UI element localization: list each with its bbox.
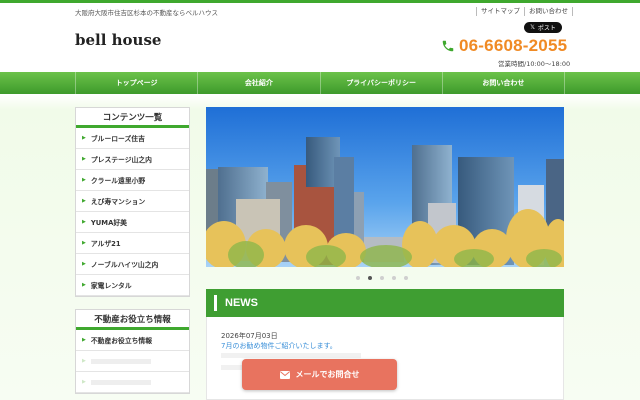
mail-contact-label: メールでお問合せ (295, 370, 360, 379)
chevron-right-icon: ▶ (82, 156, 86, 162)
chevron-right-icon: ▶ (82, 135, 86, 141)
chevron-right-icon: ▶ (82, 282, 86, 288)
sidebar-item-label: YUMA好美 (90, 219, 127, 227)
phone-icon (442, 40, 454, 52)
news-link[interactable]: 7月のお勧め物件ご紹介いたします。 (221, 341, 337, 351)
sidebar-item[interactable]: ▶ (76, 372, 189, 393)
sidebar-item-label: 不動産お役立ち情報 (90, 337, 153, 345)
chevron-right-icon: ▶ (82, 198, 86, 204)
news-title: NEWS (225, 297, 258, 309)
sidebar-item[interactable]: ▶ (76, 351, 189, 372)
x-logo-icon: 𝕏 (530, 24, 535, 31)
slider-dot[interactable] (404, 276, 408, 280)
chevron-right-icon: ▶ (82, 337, 86, 343)
sidebar-item-placeholder (90, 379, 151, 385)
slider-dot[interactable] (392, 276, 396, 280)
news-date: 2026年07月03日 (221, 332, 278, 340)
sidebar-item[interactable]: ▶ 家電レンタル (76, 275, 189, 296)
news-header: NEWS (206, 289, 564, 317)
phone-block[interactable]: 06-6608-2055 (441, 36, 567, 56)
chevron-right-icon: ▶ (82, 177, 86, 183)
slider-dots (356, 276, 408, 280)
slider-dot-active[interactable] (368, 276, 372, 280)
sidebar-item-label: えび寿マンション (90, 198, 146, 206)
site-tagline: 大阪府大阪市住吉区杉本の不動産ならベルハウス (75, 9, 218, 17)
sidebar-item-label: ブルーローズ住吉 (90, 135, 145, 143)
sidebar-item[interactable]: ▶ ブルーローズ住吉 (76, 128, 189, 149)
sidebar-item[interactable]: ▶ アルザ21 (76, 233, 189, 254)
phone-number: 06-6608-2055 (459, 36, 568, 55)
site-logo[interactable]: bell house (75, 31, 161, 49)
sidebar-item-label: ノーブルハイツ山之内 (90, 261, 159, 269)
x-share-button[interactable]: 𝕏 ポスト (524, 22, 562, 33)
sidebar-item[interactable]: ▶ プレステージ山之内 (76, 149, 189, 170)
mail-contact-button[interactable]: メールでお問合せ (242, 359, 397, 390)
city-skyline-image (206, 107, 564, 267)
sidebar-item-placeholder (90, 358, 151, 364)
chevron-right-icon: ▶ (82, 219, 86, 225)
news-placeholder-line (221, 353, 361, 358)
nav-privacy[interactable]: プライバシーポリシー (319, 72, 442, 94)
sidebar-contents: コンテンツ一覧 ▶ ブルーローズ住吉 ▶ プレステージ山之内 ▶ クラール遠里小野 ▶… (75, 107, 190, 297)
sidebar-item-label: プレステージ山之内 (90, 156, 152, 164)
top-accent-line (0, 0, 640, 3)
slider-dot[interactable] (380, 276, 384, 280)
nav-contact[interactable]: お問い合わせ (441, 72, 565, 94)
sidebar-item[interactable]: ▶ YUMA好美 (76, 212, 189, 233)
top-links: サイトマップ お問い合わせ (476, 7, 573, 16)
hero-slider-image[interactable] (206, 107, 564, 267)
nav-top[interactable]: トップページ (75, 72, 197, 94)
sidebar-item[interactable]: ▶ 不動産お役立ち情報 (76, 330, 189, 351)
nav-company[interactable]: 会社紹介 (197, 72, 319, 94)
sidebar-item-label: クラール遠里小野 (90, 177, 146, 185)
chevron-right-icon: ▶ (82, 379, 86, 385)
global-nav: トップページ 会社紹介 プライバシーポリシー お問い合わせ (0, 72, 640, 94)
chevron-right-icon: ▶ (82, 261, 86, 267)
chevron-right-icon: ▶ (82, 240, 86, 246)
sidebar-contents-title: コンテンツ一覧 (76, 108, 189, 128)
sidebar-item-label: アルザ21 (90, 240, 121, 248)
envelope-icon (279, 370, 290, 379)
sidebar-item[interactable]: ▶ クラール遠里小野 (76, 170, 189, 191)
news-accent-bar (214, 295, 217, 311)
sidebar-info: 不動産お役立ち情報 ▶ 不動産お役立ち情報 ▶ ▶ (75, 309, 190, 394)
sidebar-item-label: 家電レンタル (90, 282, 132, 290)
sidebar-info-title: 不動産お役立ち情報 (76, 310, 189, 330)
x-share-label: ポスト (537, 25, 556, 32)
sidebar-item[interactable]: ▶ ノーブルハイツ山之内 (76, 254, 189, 275)
sitemap-link[interactable]: サイトマップ (476, 7, 524, 16)
sidebar-item[interactable]: ▶ えび寿マンション (76, 191, 189, 212)
business-hours: 営業時間/10:00〜18:00 (498, 60, 571, 68)
chevron-right-icon: ▶ (82, 358, 86, 364)
slider-dot[interactable] (356, 276, 360, 280)
contact-link[interactable]: お問い合わせ (524, 7, 573, 16)
